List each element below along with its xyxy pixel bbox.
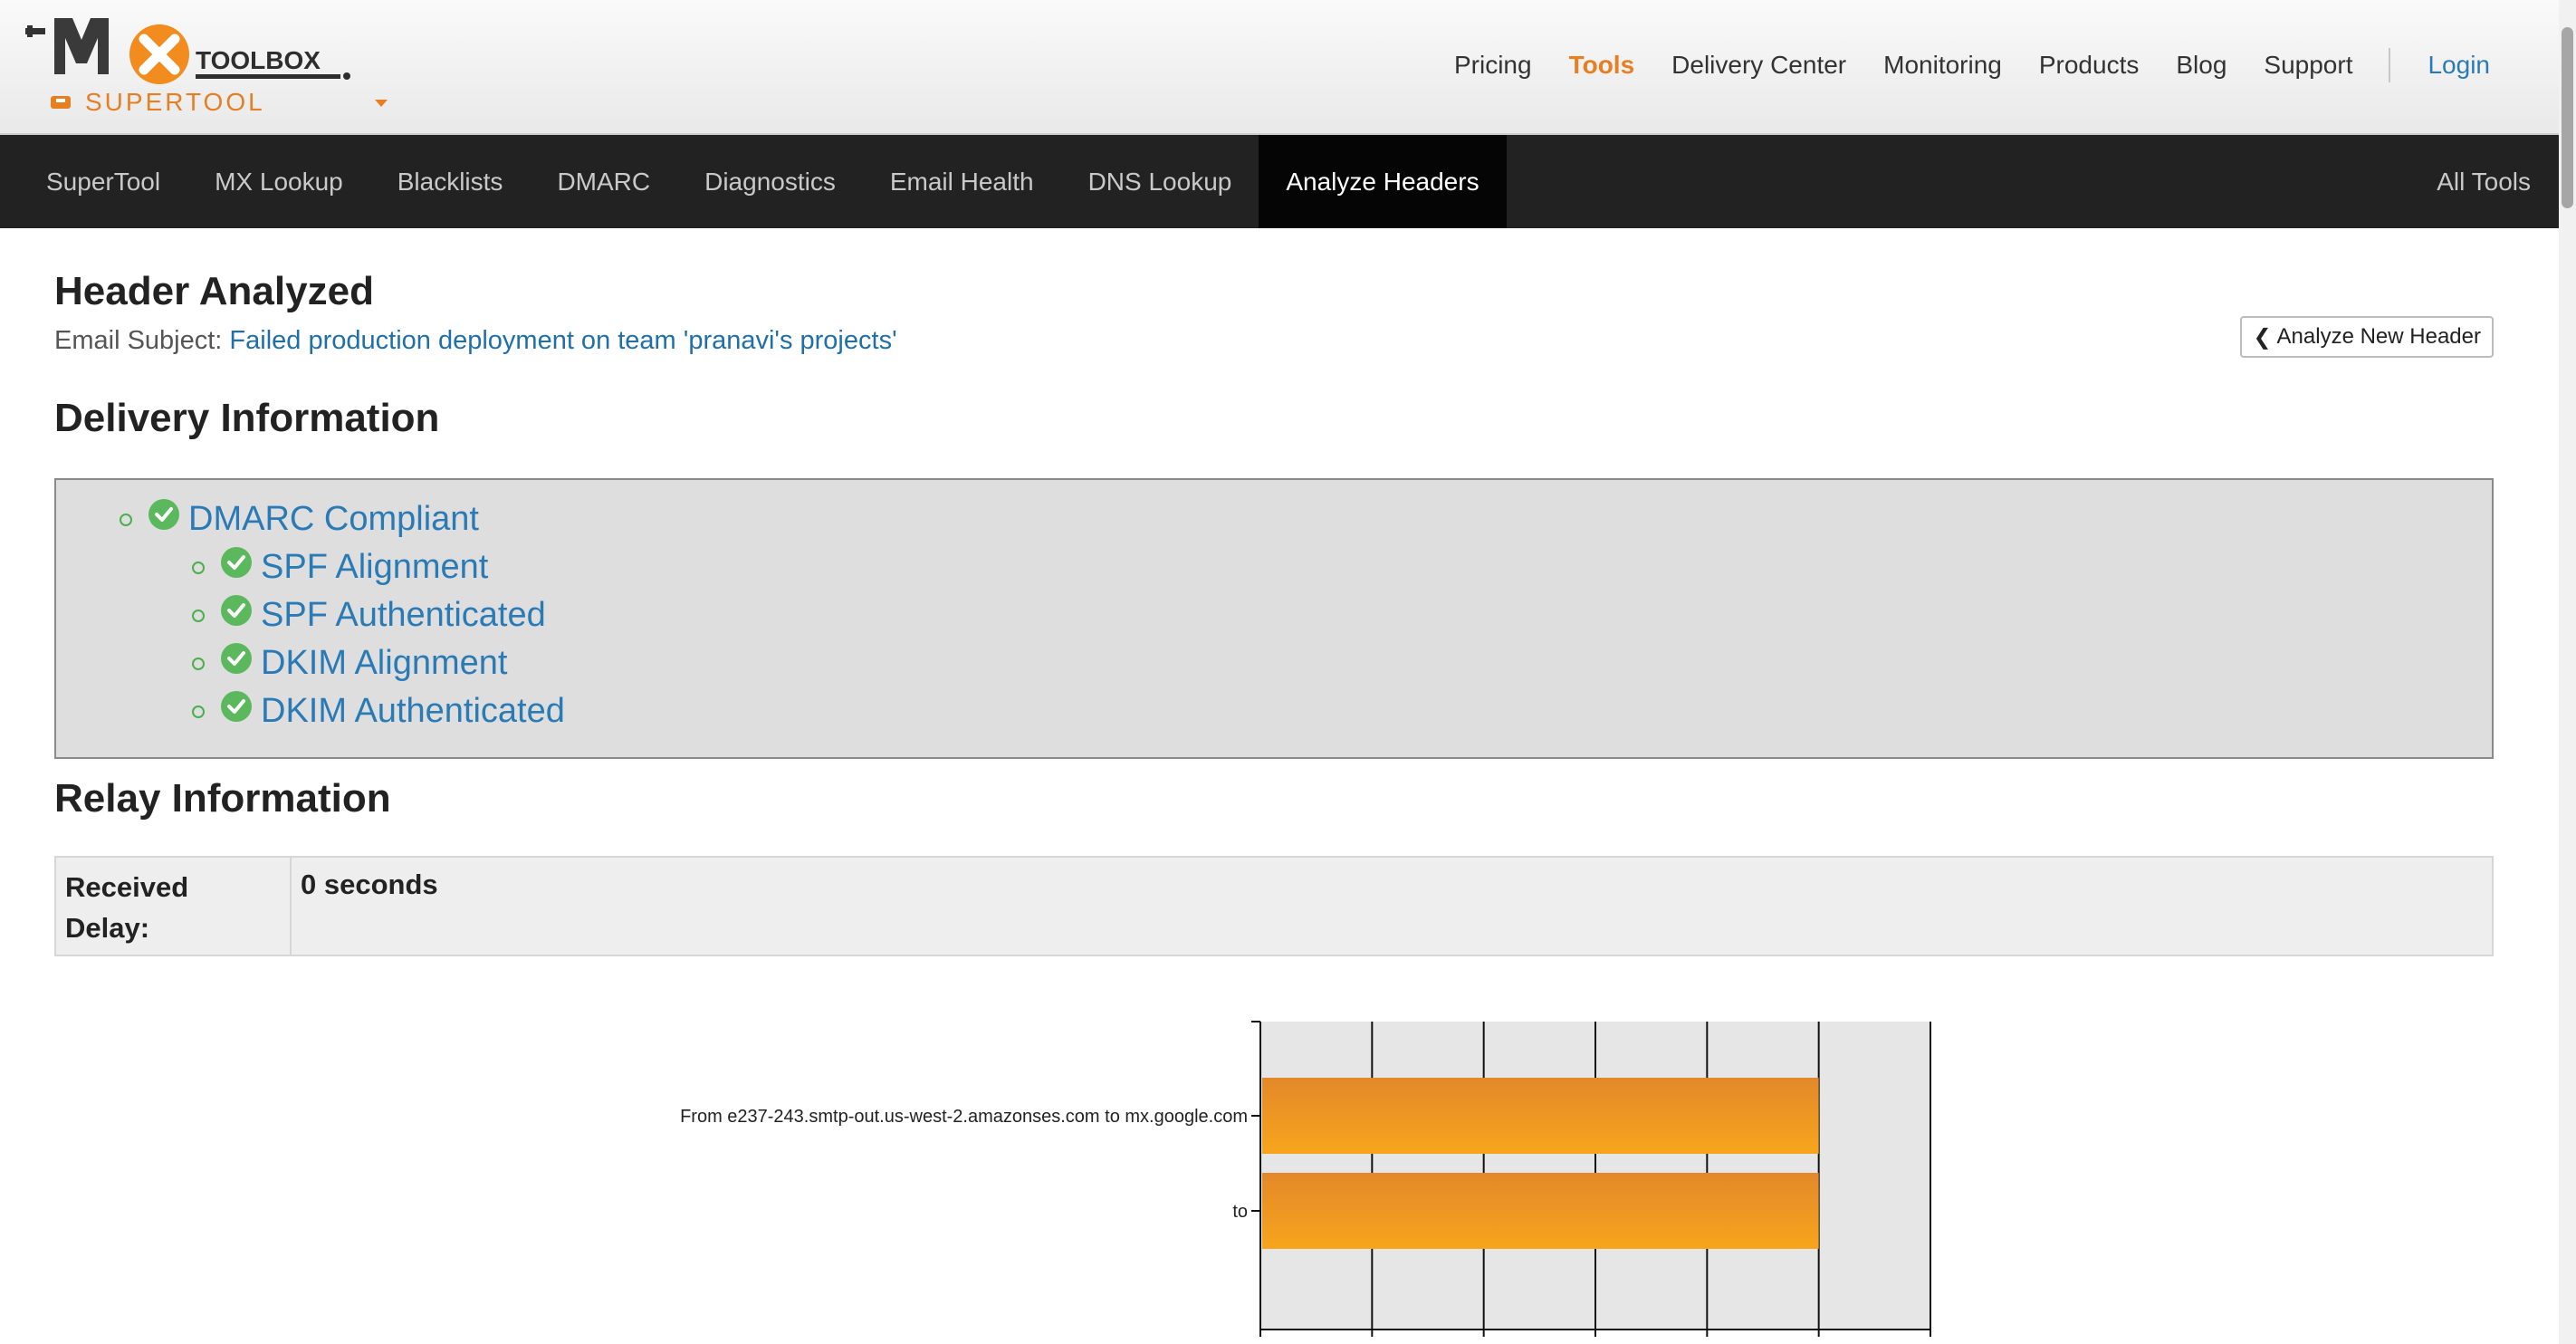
page-scrollbar[interactable] xyxy=(2559,0,2576,1344)
chart-bar xyxy=(1262,1078,1819,1154)
scrollbar-thumb[interactable] xyxy=(2562,27,2573,208)
chart-plot: 00.20.40.60.811.2From e237-243.smtp-out.… xyxy=(680,1021,1943,1344)
y-category-label: From e237-243.smtp-out.us-west-2.amazons… xyxy=(680,1107,1248,1127)
y-category-label: to xyxy=(1232,1202,1248,1222)
relay-delay-chart: 00.20.40.60.811.2From e237-243.smtp-out.… xyxy=(680,1021,1943,1344)
chart-bar xyxy=(1262,1173,1819,1249)
